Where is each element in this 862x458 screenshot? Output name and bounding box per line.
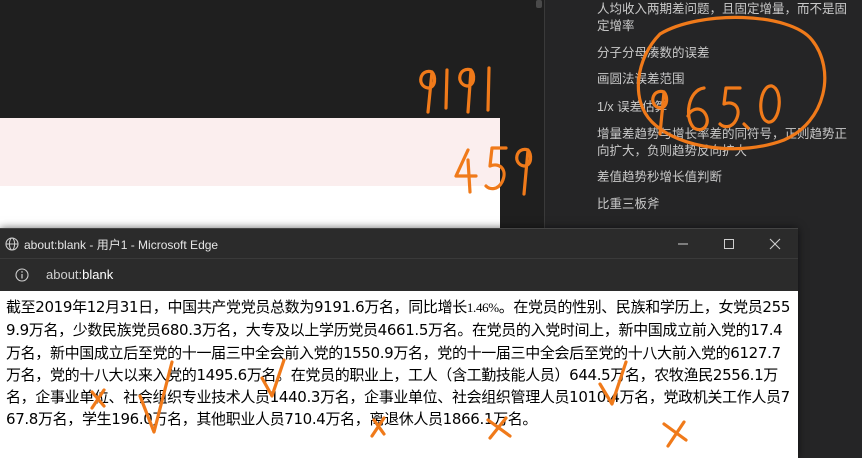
address-url[interactable]: about:blank bbox=[46, 267, 113, 282]
outline-item-reciprocal-estimate[interactable]: 1/x 误差估算 bbox=[597, 99, 847, 116]
article-text-part-1: 截至2019年12月31日，中国共产党党员总数为9191.6万名，同比增长 bbox=[6, 298, 467, 316]
outline-item-income-diff[interactable]: 人均收入两期差问题，且固定增量，而不是固定增率 bbox=[597, 1, 847, 35]
article-text: 截至2019年12月31日，中国共产党党员总数为9191.6万名，同比增长1.4… bbox=[6, 296, 794, 431]
scrollbar-thumb[interactable] bbox=[536, 0, 542, 8]
outline-item-circle-method[interactable]: 画圆法误差范围 bbox=[597, 71, 847, 88]
growth-percent: 1.46% bbox=[466, 300, 499, 315]
outline-item-difference-trend[interactable]: 差值趋势秒增长值判断 bbox=[597, 169, 847, 186]
globe-icon bbox=[5, 237, 19, 251]
address-bar[interactable]: about:blank bbox=[0, 258, 798, 291]
outline-item-increment-trend[interactable]: 增量差趋势与增长率差的同符号，正则趋势正向扩大，负则趋势反向扩大 bbox=[597, 126, 847, 160]
title-bar[interactable]: about:blank - 用户1 - Microsoft Edge bbox=[0, 228, 798, 259]
minimize-button[interactable] bbox=[660, 229, 706, 259]
outline-item-fraction-error[interactable]: 分子分母凑数的误差 bbox=[597, 45, 847, 62]
url-scheme: about: bbox=[46, 267, 83, 282]
close-icon bbox=[769, 238, 781, 250]
background-page-band bbox=[0, 118, 500, 186]
url-host: blank bbox=[82, 267, 114, 282]
window-title: about:blank - 用户1 - Microsoft Edge bbox=[24, 238, 219, 252]
maximize-button[interactable] bbox=[706, 229, 752, 259]
outline-item-proportion[interactable]: 比重三板斧 bbox=[597, 196, 847, 213]
info-icon[interactable] bbox=[15, 268, 29, 282]
edge-popup-window: about:blank - 用户1 - Microsoft Edge about… bbox=[0, 228, 798, 458]
article-text-part-2: 。在党员的性别、民族和学历上，女党员2559.9万名，少数民族党员680.3万名… bbox=[6, 298, 791, 429]
maximize-icon bbox=[724, 239, 734, 249]
minimize-icon bbox=[678, 243, 688, 245]
close-button[interactable] bbox=[752, 229, 798, 259]
